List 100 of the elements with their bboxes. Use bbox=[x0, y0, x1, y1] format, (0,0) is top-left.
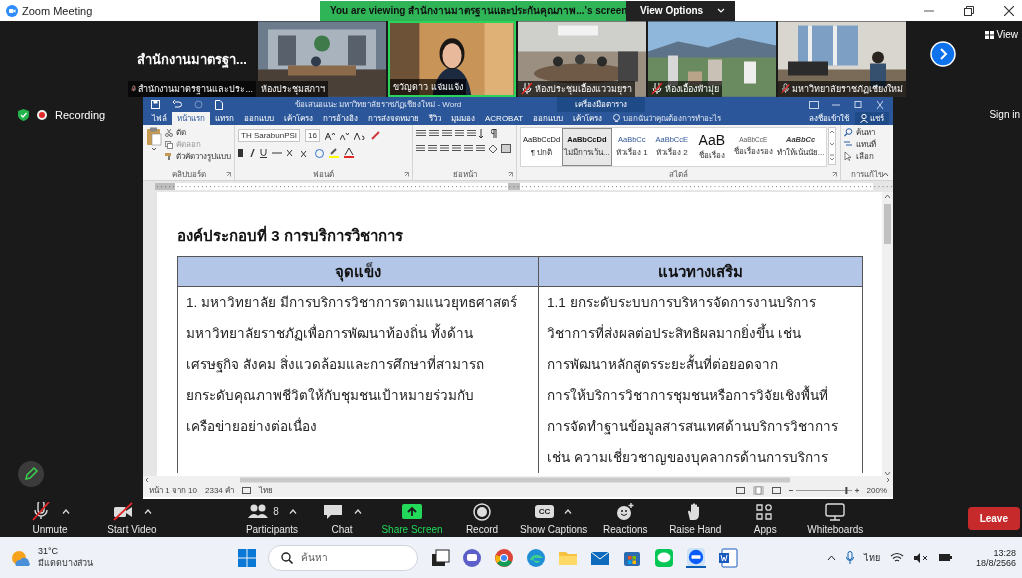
participant-caption: ห้องประชุมเอื้องแววมยุรา bbox=[535, 82, 632, 96]
dialog-launcher-icon[interactable] bbox=[508, 172, 513, 177]
ribbon-display-icon[interactable] bbox=[809, 100, 819, 109]
highlight-icon[interactable] bbox=[329, 148, 339, 158]
wifi-icon[interactable] bbox=[889, 552, 904, 563]
ribbon-tab[interactable]: แทรก bbox=[210, 112, 239, 125]
ribbon-tab[interactable]: รีวิว bbox=[424, 112, 446, 125]
ribbon-tab[interactable]: หน้าแรก bbox=[172, 112, 210, 125]
font-name-field[interactable]: TH SarabunPSI bbox=[238, 129, 301, 142]
replace-button[interactable]: แทนที่ bbox=[844, 139, 890, 150]
dialog-launcher-icon[interactable] bbox=[832, 172, 837, 177]
task-view-icon[interactable] bbox=[430, 547, 450, 568]
toolbar-button[interactable]: 8 Participants bbox=[240, 501, 304, 535]
align-left-icon[interactable] bbox=[416, 144, 425, 153]
distributed-icon[interactable] bbox=[464, 144, 473, 153]
leave-button[interactable]: Leave bbox=[967, 506, 1020, 530]
zoom-slider[interactable] bbox=[788, 487, 859, 494]
ribbon-tab[interactable]: ไฟล์ bbox=[147, 112, 172, 125]
restore-icon[interactable] bbox=[964, 5, 974, 16]
line-spacing-icon[interactable] bbox=[476, 144, 485, 153]
paste-icon[interactable] bbox=[146, 127, 162, 151]
grow-font-icon[interactable] bbox=[324, 131, 335, 140]
justify-icon[interactable] bbox=[452, 144, 461, 153]
read-mode-icon[interactable] bbox=[735, 487, 745, 494]
toolbar-button[interactable]: Chat bbox=[310, 501, 374, 535]
select-button[interactable]: เลือก bbox=[844, 151, 890, 162]
browser-icon[interactable] bbox=[526, 547, 546, 568]
document-heading: องค์ประกอบที่ 3 การบริการวิชาการ bbox=[177, 224, 404, 246]
italic-icon[interactable] bbox=[249, 149, 255, 157]
font-color-icon[interactable] bbox=[344, 148, 354, 158]
ribbon-tab[interactable]: มุมมอง bbox=[446, 112, 480, 125]
format-painter-button[interactable]: ตัวคัดวางรูปแบบ bbox=[165, 151, 231, 162]
undo-icon[interactable] bbox=[172, 100, 182, 109]
toolbar-button[interactable]: Reactions bbox=[593, 501, 658, 535]
bullets-icon[interactable] bbox=[416, 129, 426, 138]
text-effects-icon[interactable] bbox=[315, 148, 324, 158]
slider-thumb[interactable] bbox=[844, 487, 847, 494]
dialog-launcher-icon[interactable] bbox=[226, 172, 231, 177]
ribbon-tab[interactable]: เค้าโครง bbox=[279, 112, 318, 125]
pilcrow-icon[interactable] bbox=[491, 129, 497, 138]
tell-me-field[interactable]: บอกฉันว่าคุณต้องการทำอะไร bbox=[623, 112, 722, 125]
toolbar-button[interactable]: Unmute bbox=[18, 501, 82, 535]
scissors-icon bbox=[165, 128, 173, 137]
chat-app-icon[interactable] bbox=[462, 547, 482, 568]
save-icon[interactable] bbox=[151, 100, 160, 109]
toolbar-button[interactable]: Record bbox=[450, 501, 514, 535]
toolbar-button[interactable]: Start Video bbox=[100, 501, 164, 535]
sign-in-link[interactable]: ลงชื่อเข้าใช้ bbox=[809, 112, 849, 125]
ribbon-tab[interactable]: การส่งจดหมาย bbox=[363, 112, 424, 125]
style-option[interactable]: AaB ชื่อเรื่อง bbox=[691, 128, 732, 166]
recording-label: Recording bbox=[55, 109, 106, 121]
find-button[interactable]: ค้นหา bbox=[844, 127, 890, 138]
toolbar-button[interactable]: Whiteboards bbox=[803, 501, 868, 535]
browser-icon[interactable] bbox=[494, 547, 514, 568]
document-title: ข้อเสนอแนะ มหาวิทยาลัยราชภัฏเชียงใหม่ - Word bbox=[295, 99, 463, 111]
clock[interactable]: 13:28 18/8/2566 bbox=[975, 547, 1016, 568]
font-size-field[interactable]: 16 bbox=[305, 129, 320, 142]
caret-icon[interactable] bbox=[826, 554, 836, 561]
web-layout-icon[interactable] bbox=[771, 487, 781, 494]
share-button[interactable]: แชร์ bbox=[855, 112, 889, 125]
ribbon-tab[interactable]: การอ้างอิง bbox=[318, 112, 363, 125]
video-app-icon[interactable] bbox=[686, 547, 706, 568]
view-button[interactable]: View bbox=[984, 29, 1018, 40]
search-field[interactable]: ค้นหา bbox=[268, 544, 418, 571]
ribbon-tab[interactable]: เค้าโครง bbox=[568, 112, 608, 125]
input-language[interactable]: ไทย bbox=[863, 550, 880, 565]
microphone-icon[interactable] bbox=[845, 551, 854, 564]
cut-button[interactable]: ตัด bbox=[165, 127, 231, 138]
center-icon[interactable] bbox=[428, 144, 437, 153]
start-icon[interactable] bbox=[238, 548, 256, 567]
decrease-indent-icon[interactable] bbox=[455, 129, 464, 138]
toolbar-button[interactable]: Share Screen bbox=[380, 501, 444, 535]
horizontal-scrollbar[interactable] bbox=[143, 476, 893, 484]
sign-in-button[interactable]: Sign in bbox=[989, 109, 1022, 120]
align-right-icon[interactable] bbox=[440, 144, 449, 153]
document-app-icon[interactable] bbox=[718, 547, 738, 568]
battery-icon[interactable] bbox=[937, 553, 952, 562]
borders-icon[interactable] bbox=[501, 144, 511, 153]
muted-speaker-icon[interactable] bbox=[913, 552, 928, 563]
dialog-launcher-icon[interactable] bbox=[404, 172, 409, 177]
numbering-icon[interactable] bbox=[429, 129, 439, 138]
increase-indent-icon[interactable] bbox=[467, 129, 476, 138]
shrink-font-icon[interactable] bbox=[339, 131, 349, 140]
toolbar-button[interactable]: Apps bbox=[733, 501, 798, 535]
new-document-icon[interactable] bbox=[215, 99, 223, 110]
captions-icon: CC bbox=[534, 505, 555, 518]
toolbar-button[interactable]: Raise Hand bbox=[663, 501, 728, 535]
clear-formatting-icon[interactable] bbox=[370, 131, 380, 140]
multilevel-list-icon[interactable] bbox=[442, 129, 452, 138]
toolbar-button[interactable]: CC Show Captions bbox=[520, 501, 588, 535]
gallery-scroll-icon[interactable] bbox=[828, 127, 837, 165]
ribbon-tab[interactable]: ACROBAT bbox=[480, 112, 529, 125]
view-options-button[interactable]: View Options bbox=[626, 0, 736, 21]
ribbon-tab[interactable]: ออกแบบ bbox=[528, 112, 569, 125]
change-case-icon[interactable] bbox=[353, 131, 366, 140]
next-page-icon[interactable] bbox=[930, 41, 956, 67]
annotate-icon[interactable] bbox=[18, 461, 44, 487]
ribbon-tab[interactable]: ออกแบบ bbox=[239, 112, 279, 125]
close-icon[interactable] bbox=[1004, 5, 1014, 16]
underline-icon[interactable] bbox=[260, 148, 267, 158]
